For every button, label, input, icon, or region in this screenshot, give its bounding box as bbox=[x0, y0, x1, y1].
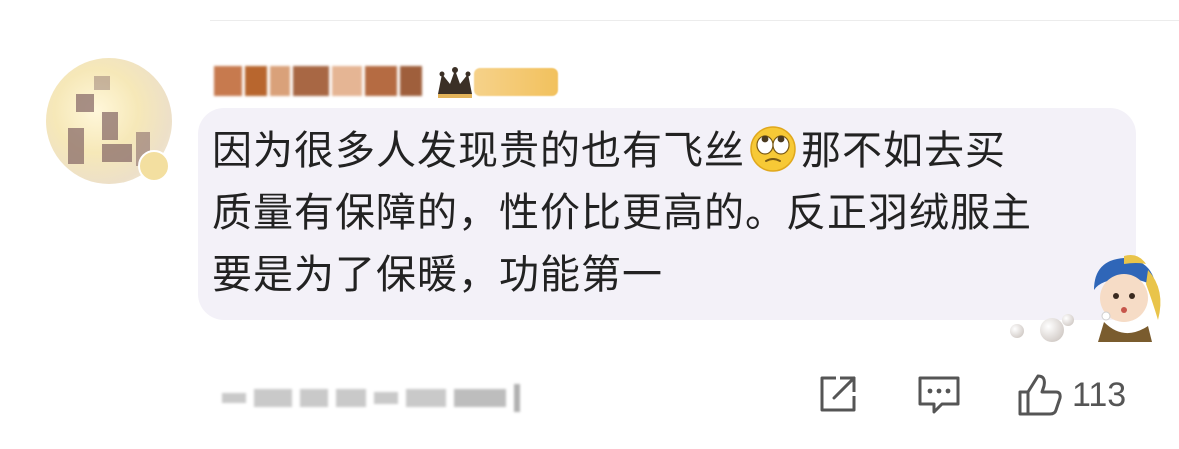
girl-sticker-icon bbox=[1094, 255, 1161, 342]
comment-line-1-text: 因为很多人发现贵的也有飞丝 bbox=[212, 128, 745, 174]
reply-button[interactable] bbox=[916, 372, 962, 416]
level-badge bbox=[474, 68, 558, 96]
top-divider bbox=[210, 20, 1179, 21]
share-button[interactable] bbox=[816, 372, 860, 416]
comment-text: 因为很多人发现贵的也有飞丝 那不如去买 质量有保障的，性价比更高的。反正羽绒服主… bbox=[212, 120, 1112, 306]
share-icon bbox=[820, 376, 856, 412]
rolling-eyes-emoji-icon bbox=[750, 126, 796, 172]
avatar-badge bbox=[138, 150, 170, 182]
comment-meta-blurred bbox=[222, 380, 520, 416]
comment-line-1-tail: 那不如去买 bbox=[801, 128, 1006, 174]
like-count: 113 bbox=[1072, 375, 1127, 414]
comment-line-1: 因为很多人发现贵的也有飞丝 那不如去买 bbox=[212, 120, 1112, 182]
username-blurred[interactable] bbox=[214, 64, 422, 98]
crown-icon bbox=[438, 67, 472, 98]
pearl-decoration bbox=[1040, 318, 1064, 342]
pearl-decoration bbox=[1062, 314, 1074, 326]
like-button[interactable]: 113 bbox=[1016, 372, 1126, 418]
comment-line-2: 质量有保障的，性价比更高的。反正羽绒服主 bbox=[212, 190, 1032, 236]
comment-line-3: 要是为了保暖，功能第一 bbox=[212, 252, 663, 298]
pearl-decoration bbox=[1010, 324, 1024, 338]
thumbs-up-icon bbox=[1018, 374, 1062, 416]
comment-icon bbox=[918, 376, 960, 414]
